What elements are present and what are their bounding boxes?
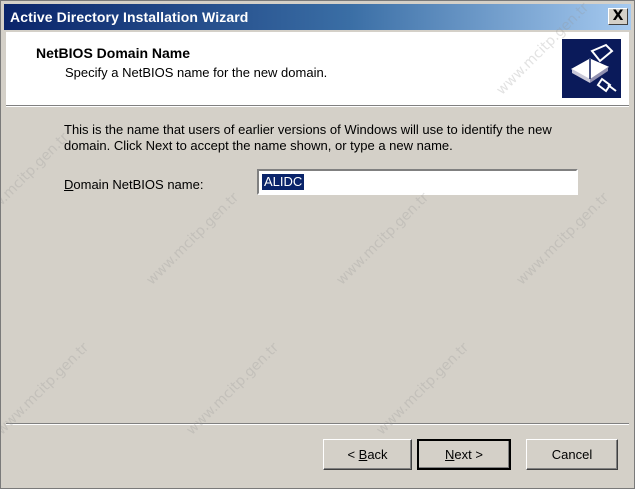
domain-netbios-value: ALIDC — [262, 174, 305, 190]
close-button[interactable]: X — [608, 8, 628, 25]
footer-divider — [6, 423, 629, 425]
watermark-text: www.mcitp.gen.tr — [333, 189, 433, 289]
watermark-text: www.mcitp.gen.tr — [143, 189, 243, 289]
back-prefix: < — [347, 447, 359, 462]
wizard-window: Active Directory Installation Wizard X N… — [0, 0, 635, 489]
label-text: omain NetBIOS name: — [73, 177, 204, 192]
label-mnemonic: D — [64, 177, 74, 192]
next-mnemonic: N — [445, 447, 455, 462]
cancel-button[interactable]: Cancel — [526, 439, 618, 470]
window-title: Active Directory Installation Wizard — [10, 9, 249, 25]
back-text: ack — [367, 447, 388, 462]
wizard-header: NetBIOS Domain Name Specify a NetBIOS na… — [6, 32, 629, 105]
page-subtitle: Specify a NetBIOS name for the new domai… — [65, 65, 328, 80]
header-divider — [6, 105, 629, 107]
wizard-book-icon — [562, 39, 621, 98]
page-title: NetBIOS Domain Name — [36, 45, 191, 61]
cancel-text: Cancel — [551, 447, 593, 462]
domain-netbios-input[interactable]: ALIDC — [257, 169, 578, 195]
back-button[interactable]: < Back — [323, 439, 412, 470]
close-icon: X — [612, 8, 624, 24]
watermark-text: www.mcitp.gen.tr — [513, 189, 613, 289]
next-button[interactable]: Next > — [417, 439, 511, 470]
domain-netbios-label: Domain NetBIOS name: — [64, 177, 203, 192]
watermark-text: www.mcitp.gen.tr — [0, 129, 73, 229]
next-text: ext > — [454, 447, 483, 462]
title-bar[interactable]: Active Directory Installation Wizard X — [4, 4, 631, 30]
description-text: This is the name that users of earlier v… — [64, 122, 552, 153]
